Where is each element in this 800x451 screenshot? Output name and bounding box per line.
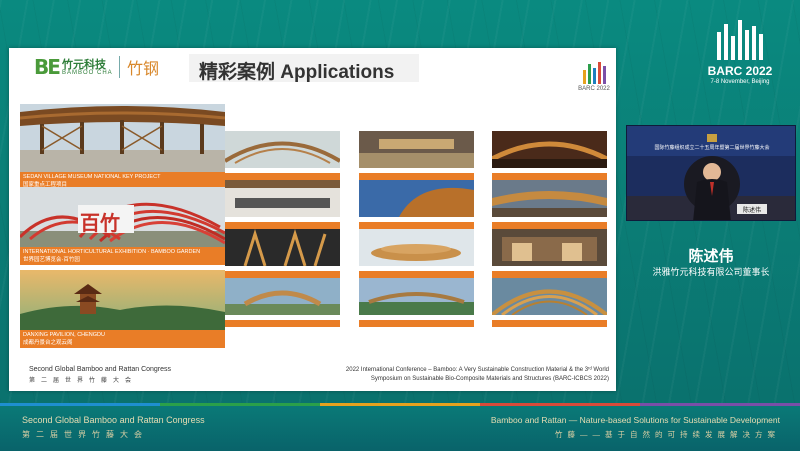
slide-footer-conference-line1: 2022 International Conference – Bamboo: … bbox=[345, 367, 609, 373]
bamboo-garden-image bbox=[20, 187, 225, 247]
thumbnail-caption bbox=[225, 222, 340, 229]
thumbnail-caption bbox=[359, 173, 474, 180]
company-logo-icon: BE bbox=[34, 55, 61, 79]
photo-caption-en: DANXING PAVILION, CHENGDU bbox=[23, 332, 106, 338]
bottom-theme-en: Bamboo and Rattan — Nature-based Solutio… bbox=[490, 415, 780, 425]
thumbnail-caption bbox=[225, 173, 340, 180]
thumbnail-caption bbox=[492, 320, 607, 327]
speaker-video[interactable]: 国际竹藤组织成立二十五周年暨第二届世界竹藤大会 陈述伟 bbox=[626, 125, 796, 221]
thumbnail-photo bbox=[492, 180, 607, 229]
company-logo-en: BAMBOO CHA bbox=[62, 70, 113, 76]
thumbnail-caption bbox=[225, 320, 340, 327]
photo-caption: INTERNATIONAL HORTICULTURAL EXHIBITION ·… bbox=[20, 247, 225, 265]
event-name: BARC 2022 bbox=[707, 64, 773, 78]
thumbnail-photo bbox=[490, 131, 609, 180]
photo-caption: DANXING PAVILION, CHENGDU 成都丹景台之观云阁 bbox=[20, 330, 225, 348]
thumbnail-caption bbox=[492, 173, 607, 180]
speaker-name: 陈述伟 bbox=[688, 248, 734, 265]
thumbnail-photo bbox=[359, 180, 474, 229]
bottom-congress-en: Second Global Bamboo and Rattan Congress bbox=[22, 415, 205, 425]
slide-footer-right: 2022 International Conference – Bamboo: … bbox=[309, 366, 609, 384]
thumbnail-photo bbox=[225, 278, 340, 327]
photo-caption-cn: 成都丹景台之观云阁 bbox=[23, 340, 73, 346]
thumbnail-photo bbox=[223, 131, 342, 180]
event-date: 7-8 November, Beijing bbox=[710, 79, 770, 85]
video-nameplate: 陈述伟 bbox=[742, 208, 761, 214]
danjing-pavilion-image bbox=[20, 270, 225, 330]
photo-museum-pavilion: SEDAN VILLAGE MUSEUM NATIONAL KEY PROJEC… bbox=[20, 104, 225, 190]
slide-footer-left: Second Global Bamboo and Rattan Congress… bbox=[29, 366, 171, 384]
thumbnail-caption bbox=[359, 320, 474, 327]
thumbnail-photo bbox=[359, 131, 474, 180]
slide-footer-congress-cn: 第二届世界竹藤大会 bbox=[29, 378, 138, 384]
bottom-congress: Second Global Bamboo and Rattan Congress… bbox=[22, 415, 205, 440]
photo-bamboo-garden: 百竹 INTERNATIONAL HORTICULTURAL EXHIBITIO… bbox=[20, 187, 225, 265]
bottom-bar: Second Global Bamboo and Rattan Congress… bbox=[0, 403, 800, 451]
brand-name: 竹钢 bbox=[127, 61, 160, 78]
pavilion-image bbox=[20, 104, 225, 172]
thumbnail-photo bbox=[492, 229, 607, 278]
barc-slide-logo-text: BARC 2022 bbox=[578, 86, 610, 92]
thumbnail-caption bbox=[492, 222, 607, 229]
event-logo: BARC 2022 7-8 November, Beijing bbox=[705, 18, 775, 90]
photo-caption-cn: 世界园艺博览会·百竹园 bbox=[23, 257, 80, 263]
thumbnail-caption bbox=[225, 271, 340, 278]
thumbnail-photo bbox=[225, 228, 340, 278]
logo-divider bbox=[119, 56, 120, 78]
color-stripe bbox=[0, 403, 800, 406]
video-banner-text: 国际竹藤组织成立二十五周年暨第二届世界竹藤大会 bbox=[654, 145, 770, 151]
thumbnail-photo bbox=[225, 180, 340, 229]
slide-footer-congress-en: Second Global Bamboo and Rattan Congress bbox=[29, 366, 172, 373]
garden-sign-text: 百竹 bbox=[80, 213, 120, 235]
speaker-title: 洪雅竹元科技有限公司董事长 bbox=[652, 267, 770, 277]
slide-header: BE 竹元科技 BAMBOO CHA 竹钢 精彩案例 Applications bbox=[9, 48, 616, 92]
thumbnail-photo bbox=[359, 229, 474, 278]
thumbnail-photo bbox=[490, 278, 609, 327]
bottom-theme: Bamboo and Rattan — Nature-based Solutio… bbox=[470, 415, 780, 440]
photo-caption-en: INTERNATIONAL HORTICULTURAL EXHIBITION ·… bbox=[23, 249, 201, 255]
speaker-video-frame bbox=[627, 126, 795, 220]
bamboo-bars-icon bbox=[572, 62, 616, 84]
thumbnail-caption bbox=[359, 222, 474, 229]
thumbnail-caption bbox=[359, 271, 474, 278]
barc-slide-logo: BARC 2022 bbox=[572, 62, 616, 102]
bottom-theme-cn: 竹藤——基于自然的可持续发展解决方案 bbox=[555, 430, 780, 439]
slide-footer-conference-line2: Symposium on Sustainable Bio-Composite M… bbox=[370, 376, 609, 382]
photo-danjing-pavilion: DANXING PAVILION, CHENGDU 成都丹景台之观云阁 bbox=[20, 270, 225, 348]
thumbnail-photo bbox=[359, 278, 474, 327]
bottom-congress-cn: 第二届世界竹藤大会 bbox=[22, 430, 148, 439]
presentation-slide: BE 竹元科技 BAMBOO CHA 竹钢 精彩案例 Applications … bbox=[9, 48, 616, 391]
bamboo-bars-icon bbox=[705, 18, 775, 60]
slide-title: 精彩案例 Applications bbox=[199, 62, 395, 83]
thumbnail-caption bbox=[492, 271, 607, 278]
photo-caption-en: SEDAN VILLAGE MUSEUM NATIONAL KEY PROJEC… bbox=[23, 174, 161, 180]
